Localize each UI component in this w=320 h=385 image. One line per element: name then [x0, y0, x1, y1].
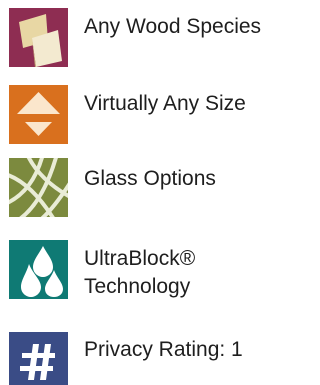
feature-size: Virtually Any Size: [0, 76, 309, 144]
feature-glass: Glass Options: [0, 152, 309, 217]
feature-label: UltraBlock® Technology: [84, 245, 195, 301]
feature-label-line2: Technology: [84, 275, 191, 298]
feature-privacy: Privacy Rating: 1: [0, 322, 309, 385]
glass-pattern-icon: [9, 158, 68, 217]
feature-label: Virtually Any Size: [84, 92, 246, 115]
water-drops-icon: [9, 240, 68, 299]
feature-label: Any Wood Species: [84, 15, 262, 38]
feature-ultrablock: UltraBlock® Technology: [0, 230, 309, 310]
wood-species-icon: [9, 8, 68, 67]
feature-label-line1: UltraBlock®: [84, 247, 196, 270]
size-arrows-icon: [9, 85, 68, 144]
feature-label: Privacy Rating: 1: [84, 338, 243, 361]
feature-wood-species: Any Wood Species: [0, 0, 309, 67]
hash-privacy-icon: [9, 332, 68, 385]
feature-label: Glass Options: [84, 167, 216, 190]
